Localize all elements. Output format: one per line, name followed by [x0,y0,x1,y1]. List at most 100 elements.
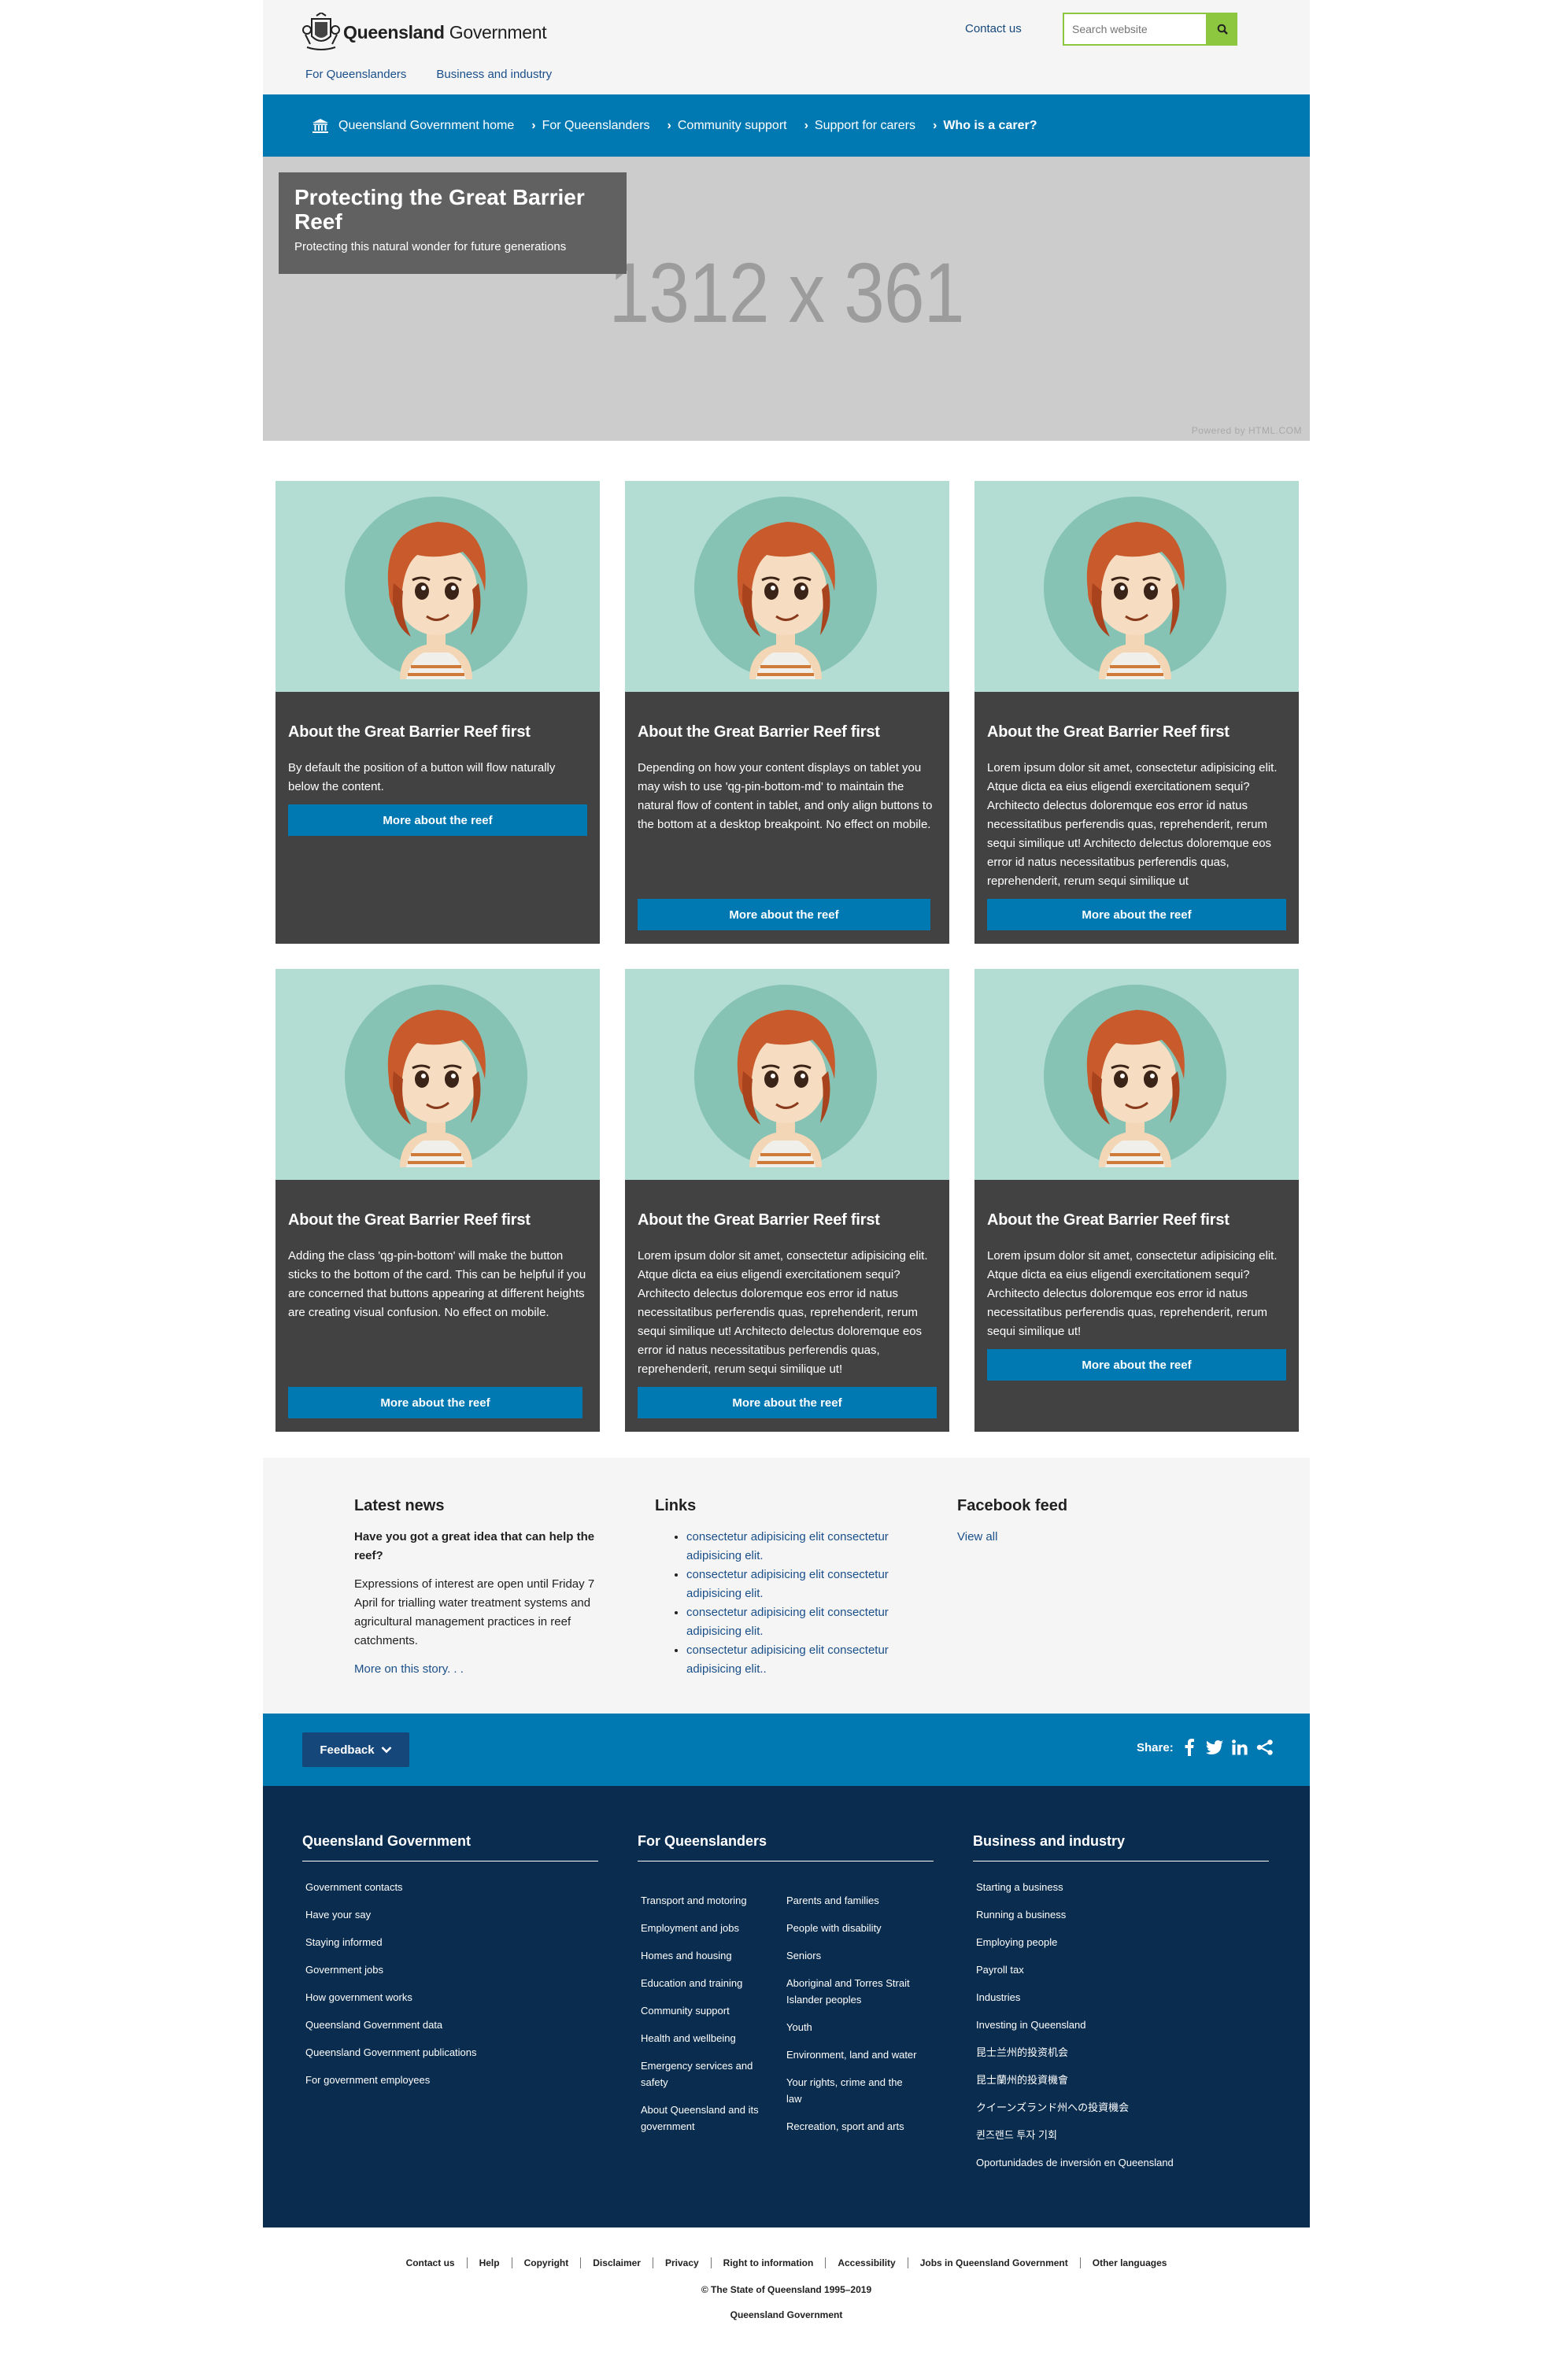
links-list: consectetur adipisicing elit consectetur… [655,1528,915,1679]
related-link[interactable]: consectetur adipisicing elit consectetur… [686,1568,889,1600]
footer-link[interactable]: Youth [786,2019,917,2035]
top-nav-business-industry[interactable]: Business and industry [436,68,552,81]
footer-link[interactable]: Transport and motoring [641,1892,771,1909]
more-about-reef-button[interactable]: More about the reef [288,1387,582,1418]
logo-bold-text: Queensland [343,21,445,43]
footer-link[interactable]: Government contacts [305,1879,598,1895]
footer-link[interactable]: Government jobs [305,1961,598,1978]
card-text: Lorem ipsum dolor sit amet, consectetur … [987,1249,1278,1338]
breadcrumb-support-for-carers[interactable]: › Support for carers [804,119,915,133]
card-title: About the Great Barrier Reef first [288,723,531,741]
bottom-link-copyright[interactable]: Copyright [524,2257,569,2268]
more-about-reef-button[interactable]: More about the reef [987,1349,1286,1381]
footer-link[interactable]: Queensland Government publications [305,2044,598,2061]
card-title: About the Great Barrier Reef first [638,1211,880,1229]
card-3: About the Great Barrier Reef first Lorem… [974,481,1299,944]
facebook-feed: Facebook feed View all [957,1497,1217,1547]
bottom-link-disclaimer[interactable]: Disclaimer [593,2257,641,2268]
footer-link[interactable]: 昆士蘭州的投資機會 [976,2072,1269,2088]
footer-link[interactable]: Staying informed [305,1934,598,1950]
footer-link[interactable]: Homes and housing [641,1947,771,1964]
news-more-link[interactable]: More on this story. . . [354,1662,464,1676]
footer-link[interactable]: Employment and jobs [641,1920,771,1936]
hero-powered-by: Powered by HTML.COM [1191,425,1302,436]
footer-link[interactable]: For government employees [305,2072,598,2088]
card-5: About the Great Barrier Reef first Lorem… [625,969,949,1432]
footer-heading-fq: For Queenslanders [638,1833,934,1861]
bottom-link-accessibility[interactable]: Accessibility [838,2257,895,2268]
footer-link[interactable]: Recreation, sport and arts [786,2118,917,2135]
bottom-links: Contact us Help Copyright Disclaimer Pri… [263,2257,1310,2268]
linkedin-icon[interactable] [1231,1737,1248,1758]
footer-link[interactable]: Have your say [305,1906,598,1923]
bottom-link-help[interactable]: Help [479,2257,500,2268]
breadcrumb-community-support[interactable]: › Community support [668,119,787,133]
footer-links-fq-col2: Parents and families People with disabil… [783,1892,917,2146]
search-input[interactable] [1063,13,1207,46]
qg-logo[interactable]: Queensland Government [302,13,547,52]
footer-link[interactable]: Industries [976,1989,1269,2006]
chevron-right-icon: › [531,118,536,132]
footer-link[interactable]: 昆士兰州的投资机会 [976,2044,1269,2061]
footer-link[interactable]: People with disability [786,1920,917,1936]
card-title: About the Great Barrier Reef first [638,723,880,741]
more-about-reef-button[interactable]: More about the reef [638,1387,937,1418]
footer-link[interactable]: Environment, land and water [786,2046,917,2063]
footer-link[interactable]: Your rights, crime and the law [786,2074,917,2107]
related-link[interactable]: consectetur adipisicing elit consectetur… [686,1606,889,1638]
footer-link[interactable]: Aboriginal and Torres Strait Islander pe… [786,1975,917,2008]
share-icon[interactable] [1256,1737,1274,1758]
search-button[interactable] [1207,13,1237,46]
footer-link[interactable]: Seniors [786,1947,917,1964]
more-about-reef-button[interactable]: More about the reef [987,899,1286,930]
footer-col-bi: Business and industry Starting a busines… [973,1833,1269,2182]
twitter-icon[interactable] [1206,1737,1223,1758]
contact-us-link[interactable]: Contact us [965,22,1022,35]
avatar-illustration [694,985,877,1167]
footer-link[interactable]: 퀸즈랜드 투자 기회 [976,2127,1269,2143]
breadcrumb-for-queenslanders[interactable]: › For Queenslanders [531,119,649,133]
footer-link[interactable]: Running a business [976,1906,1269,1923]
footer-links-bi: Starting a business Running a business E… [973,1879,1269,2171]
copyright-text: © The State of Queensland 1995–2019 [701,2284,872,2295]
footer-link[interactable]: How government works [305,1989,598,2006]
feedback-button[interactable]: Feedback [302,1732,409,1767]
footer-link[interactable]: Parents and families [786,1892,917,1909]
related-link[interactable]: consectetur adipisicing elit consectetur… [686,1643,889,1676]
bottom-link-privacy[interactable]: Privacy [665,2257,699,2268]
more-about-reef-button[interactable]: More about the reef [638,899,930,930]
bottom-link-rti[interactable]: Right to information [723,2257,814,2268]
breadcrumb-home[interactable]: Queensland Government home [312,118,514,134]
facebook-view-all-link[interactable]: View all [957,1530,997,1544]
share-icons [1181,1737,1274,1758]
footer-link[interactable]: Starting a business [976,1879,1269,1895]
more-about-reef-button[interactable]: More about the reef [288,804,587,836]
list-item: consectetur adipisicing elit consectetur… [686,1528,915,1566]
facebook-icon[interactable] [1181,1737,1198,1758]
bottom-link-jobs[interactable]: Jobs in Queensland Government [920,2257,1068,2268]
footer-link[interactable]: Education and training [641,1975,771,1991]
chevron-right-icon: › [667,118,671,132]
footer-link[interactable]: Investing in Queensland [976,2017,1269,2033]
government-building-icon [312,118,328,133]
related-link[interactable]: consectetur adipisicing elit consectetur… [686,1530,889,1562]
footer-link[interactable]: Queensland Government data [305,2017,598,2033]
footer-col-fq: For Queenslanders [638,1833,934,1879]
card-image [276,481,600,692]
bottom-link-languages[interactable]: Other languages [1093,2257,1167,2268]
breadcrumb-label: Support for carers [814,118,915,132]
footer-link[interactable]: Employing people [976,1934,1269,1950]
breadcrumb-label: For Queenslanders [542,118,650,132]
card-title: About the Great Barrier Reef first [987,723,1230,741]
footer-link[interactable]: クイーンズランド州への投資機会 [976,2099,1269,2116]
footer-link[interactable]: Emergency services and safety [641,2057,771,2091]
footer-link[interactable]: Oportunidades de inversión en Queensland [976,2154,1269,2171]
footer-link[interactable]: Community support [641,2002,771,2019]
footer-link[interactable]: Health and wellbeing [641,2030,771,2046]
top-nav-for-queenslanders[interactable]: For Queenslanders [305,68,406,81]
footer-link[interactable]: About Queensland and its government [641,2102,771,2135]
bottom-link-contact[interactable]: Contact us [406,2257,455,2268]
divider [710,2257,712,2268]
hero-caption-box: Protecting the Great Barrier Reef Protec… [279,172,627,274]
footer-link[interactable]: Payroll tax [976,1961,1269,1978]
